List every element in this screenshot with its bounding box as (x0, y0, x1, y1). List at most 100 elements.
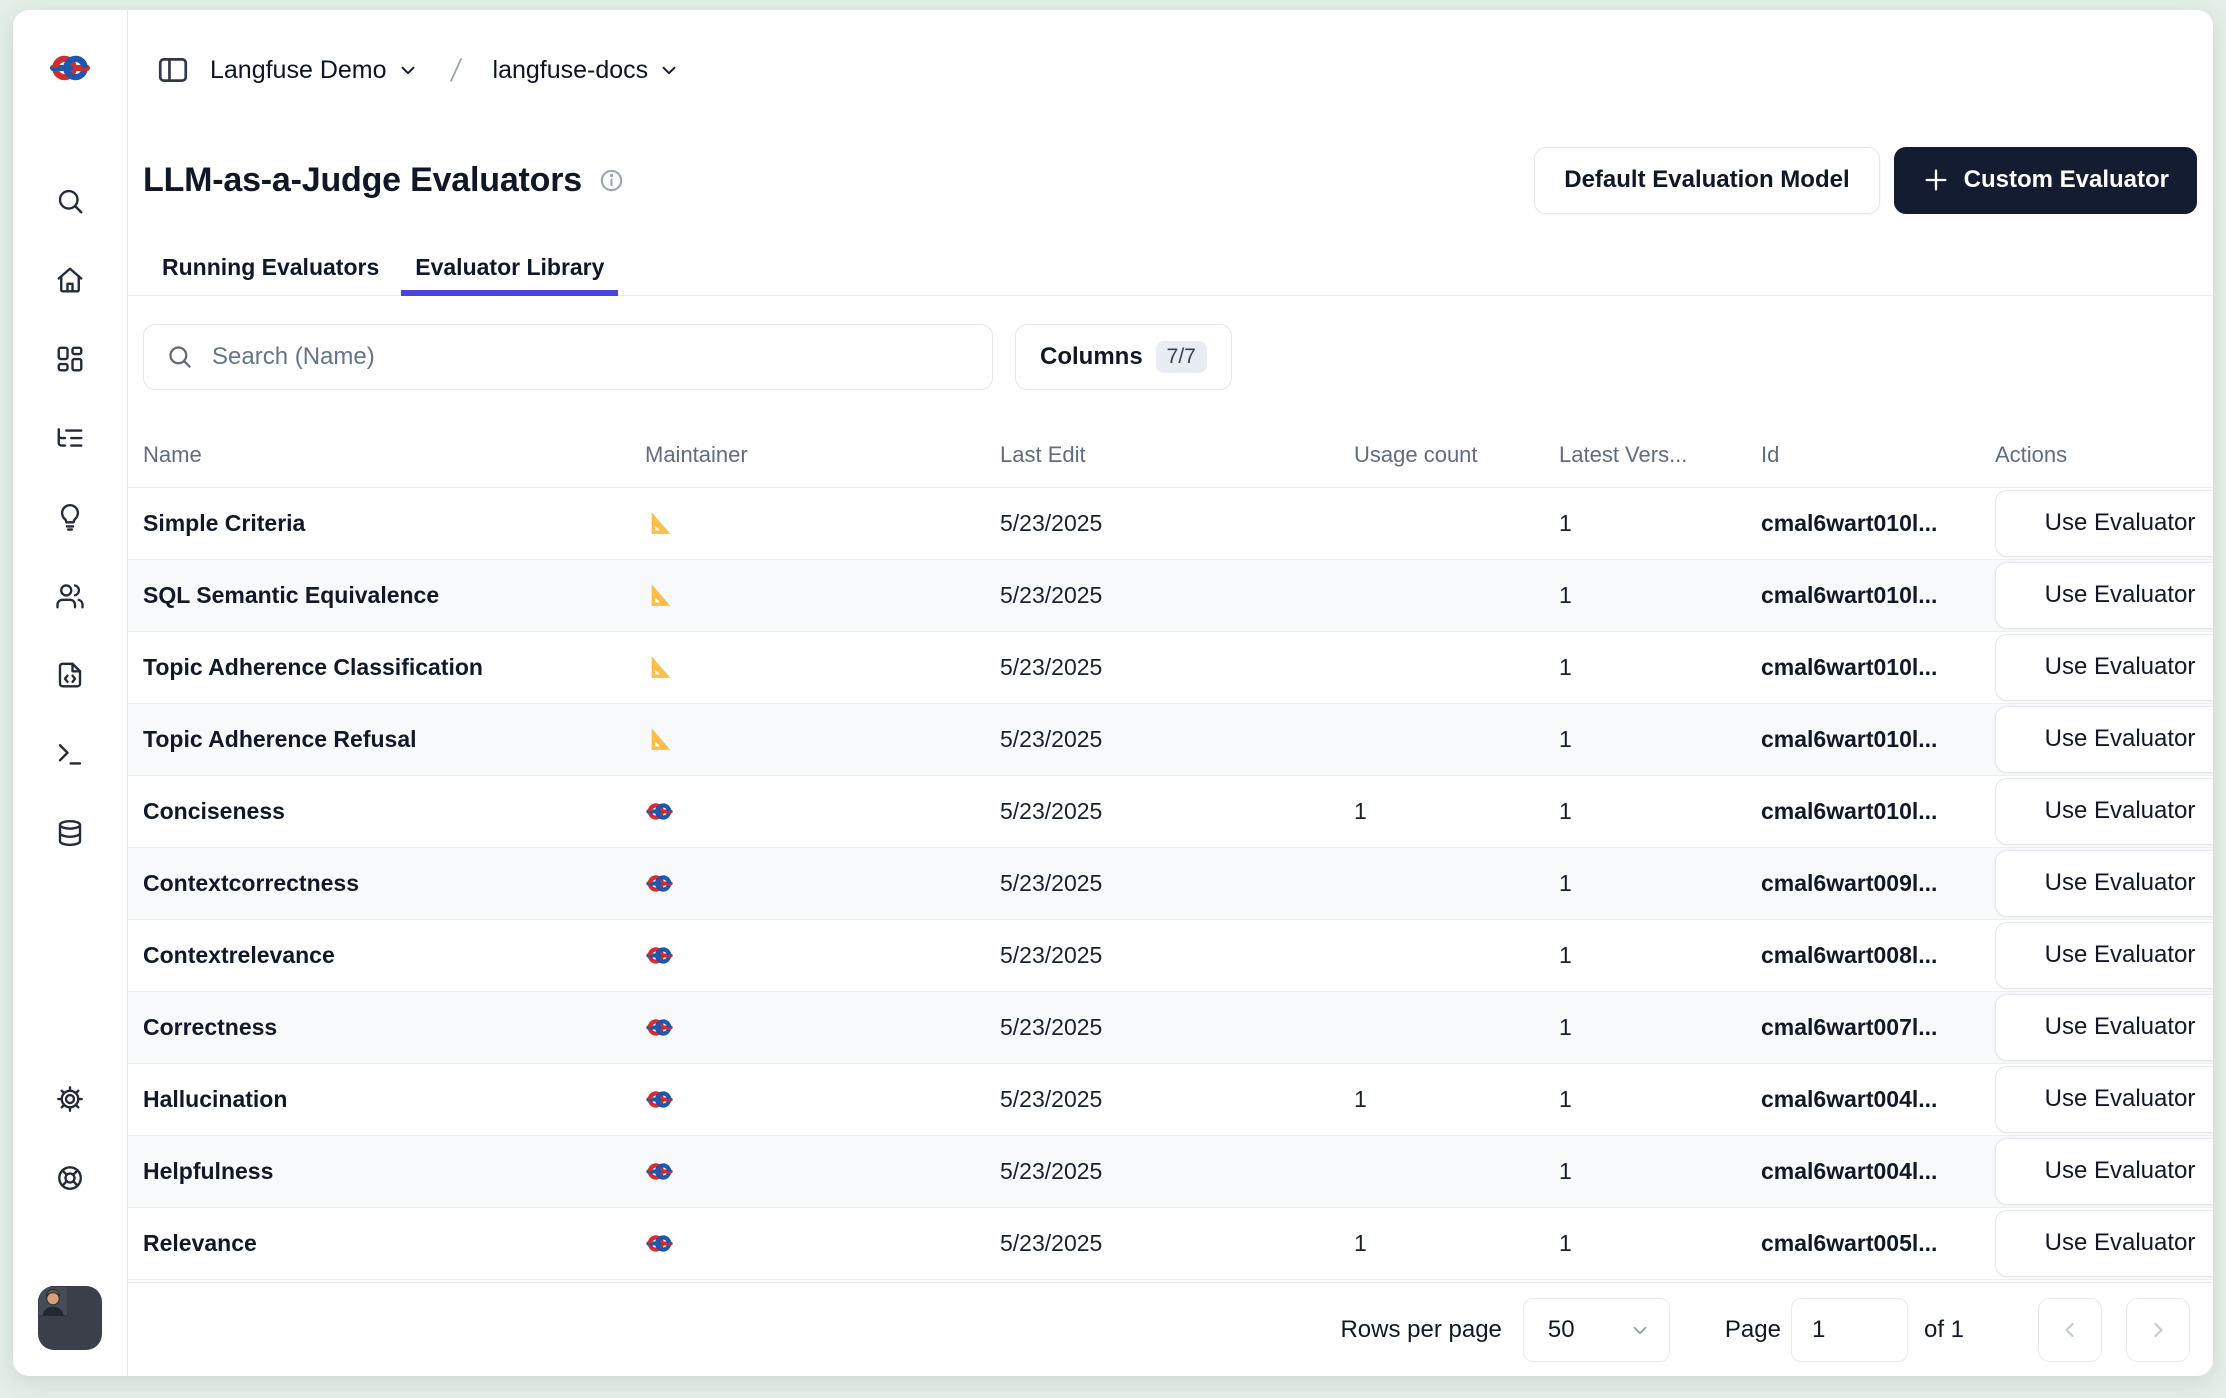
table-row[interactable]: Topic Adherence Classification 5/23/2025… (128, 631, 2213, 703)
actions-cell: Use Evaluator (1994, 1135, 2213, 1207)
langfuse-logo-knot-icon[interactable] (48, 46, 92, 90)
last-edit-date: 5/23/2025 (999, 919, 1353, 991)
table-row[interactable]: Contextcorrectness 5/23/2025 1 cmal6wart… (128, 847, 2213, 919)
pagination-footer: Rows per page 50 Page of 1 (128, 1282, 2213, 1376)
support-lifebuoy-icon[interactable] (55, 1163, 85, 1193)
chevron-left-icon (2058, 1318, 2082, 1342)
table-row[interactable]: SQL Semantic Equivalence 5/23/2025 1 cma… (128, 559, 2213, 631)
table-row[interactable]: Helpfulness 5/23/2025 1 cmal6wart004l...… (128, 1135, 2213, 1207)
search-input[interactable] (210, 342, 970, 372)
use-evaluator-button[interactable]: Use Evaluator (1995, 490, 2213, 557)
prompts-file-code-icon[interactable] (55, 660, 85, 690)
topbar: Langfuse Demo langfuse-docs (128, 10, 2213, 110)
chevron-down-icon (397, 59, 419, 81)
col-header-usage-count[interactable]: Usage count (1353, 423, 1558, 487)
usage-count (1353, 991, 1558, 1063)
use-evaluator-button[interactable]: Use Evaluator (1995, 922, 2213, 989)
search-icon (166, 343, 193, 370)
custom-evaluator-button[interactable]: Custom Evaluator (1894, 147, 2197, 214)
sidebar-nav (55, 186, 85, 848)
evaluator-id: cmal6wart010l... (1760, 487, 1994, 559)
page-label: Page (1725, 1316, 1781, 1344)
page-number-input[interactable] (1791, 1298, 1908, 1362)
usage-count: 1 (1353, 1063, 1558, 1135)
use-evaluator-button[interactable]: Use Evaluator (1995, 706, 2213, 773)
columns-button[interactable]: Columns 7/7 (1015, 324, 1232, 390)
table-row[interactable]: Conciseness 5/23/2025 1 1 cmal6wart010l.… (128, 775, 2213, 847)
org-switcher[interactable]: Langfuse Demo (210, 56, 419, 85)
playground-terminal-icon[interactable] (55, 739, 85, 769)
default-evaluation-model-button[interactable]: Default Evaluation Model (1534, 147, 1879, 214)
table-row[interactable]: Simple Criteria 5/23/2025 1 cmal6wart010… (128, 487, 2213, 559)
usage-count (1353, 559, 1558, 631)
datasets-database-icon[interactable] (55, 818, 85, 848)
col-header-latest-version[interactable]: Latest Vers... (1558, 423, 1760, 487)
dashboard-icon[interactable] (55, 344, 85, 374)
actions-cell: Use Evaluator (1994, 703, 2213, 775)
previous-page-button[interactable] (2038, 1298, 2102, 1362)
users-icon[interactable] (55, 581, 85, 611)
use-evaluator-button[interactable]: Use Evaluator (1995, 1138, 2213, 1205)
search-icon[interactable] (55, 186, 85, 216)
use-evaluator-button[interactable]: Use Evaluator (1995, 634, 2213, 701)
table-row[interactable]: Topic Adherence Refusal 5/23/2025 1 cmal… (128, 703, 2213, 775)
tab-evaluator-library[interactable]: Evaluator Library (401, 240, 618, 295)
settings-gear-icon[interactable] (55, 1084, 85, 1114)
langfuse-maintainer-knot-icon (645, 1229, 674, 1258)
actions-cell: Use Evaluator (1994, 559, 2213, 631)
table-row[interactable]: Correctness 5/23/2025 1 cmal6wart007l...… (128, 991, 2213, 1063)
latest-version: 1 (1558, 703, 1760, 775)
tab-running-evaluators[interactable]: Running Evaluators (148, 240, 393, 295)
project-switcher[interactable]: langfuse-docs (493, 56, 681, 85)
use-evaluator-button[interactable]: Use Evaluator (1995, 850, 2213, 917)
info-icon[interactable] (598, 167, 625, 194)
chevron-right-icon (2146, 1318, 2170, 1342)
table-row[interactable]: Relevance 5/23/2025 1 1 cmal6wart005l...… (128, 1207, 2213, 1279)
col-header-id[interactable]: Id (1760, 423, 1994, 487)
table-row[interactable]: Contextrelevance 5/23/2025 1 cmal6wart00… (128, 919, 2213, 991)
ragas-maintainer-icon (645, 509, 674, 538)
last-edit-date: 5/23/2025 (999, 1207, 1353, 1279)
next-page-button[interactable] (2126, 1298, 2190, 1362)
usage-count (1353, 631, 1558, 703)
evaluator-name: Helpfulness (128, 1135, 644, 1207)
langfuse-maintainer-knot-icon (645, 941, 674, 970)
actions-cell: Use Evaluator (1994, 631, 2213, 703)
maintainer-cell (644, 631, 999, 703)
breadcrumb-slash-icon (447, 55, 465, 85)
col-header-name[interactable]: Name (128, 423, 644, 487)
page-header: LLM-as-a-Judge Evaluators Default Evalua… (128, 110, 2213, 240)
use-evaluator-button[interactable]: Use Evaluator (1995, 778, 2213, 845)
page-total-label: of 1 (1924, 1316, 1964, 1344)
app-window: Langfuse Demo langfuse-docs LLM-as-a-Jud… (13, 10, 2213, 1376)
lightbulb-icon[interactable] (55, 502, 85, 532)
user-avatar[interactable] (38, 1286, 102, 1350)
use-evaluator-button[interactable]: Use Evaluator (1995, 994, 2213, 1061)
latest-version: 1 (1558, 559, 1760, 631)
plus-icon (1922, 166, 1950, 194)
usage-count (1353, 847, 1558, 919)
langfuse-maintainer-knot-icon (645, 869, 674, 898)
chevron-down-icon (658, 59, 680, 81)
sidebar-toggle-panel-icon[interactable] (156, 53, 190, 87)
use-evaluator-button[interactable]: Use Evaluator (1995, 562, 2213, 629)
evaluator-id: cmal6wart004l... (1760, 1063, 1994, 1135)
use-evaluator-button[interactable]: Use Evaluator (1995, 1210, 2213, 1277)
use-evaluator-button[interactable]: Use Evaluator (1995, 1066, 2213, 1133)
table-header-row: Name Maintainer Last Edit Usage count La… (128, 423, 2213, 487)
actions-cell: Use Evaluator (1994, 775, 2213, 847)
tracing-list-tree-icon[interactable] (55, 423, 85, 453)
tab-bar: Running Evaluators Evaluator Library (128, 240, 2213, 296)
latest-version: 1 (1558, 1207, 1760, 1279)
col-header-last-edit[interactable]: Last Edit (999, 423, 1353, 487)
latest-version: 1 (1558, 775, 1760, 847)
evaluator-name: Contextrelevance (128, 919, 644, 991)
home-icon[interactable] (55, 265, 85, 295)
project-name: langfuse-docs (493, 56, 649, 85)
rows-per-page-select[interactable]: 50 (1523, 1298, 1670, 1362)
evaluator-name: Topic Adherence Refusal (128, 703, 644, 775)
table-row[interactable]: Hallucination 5/23/2025 1 1 cmal6wart004… (128, 1063, 2213, 1135)
langfuse-maintainer-knot-icon (645, 1085, 674, 1114)
rows-per-page-value: 50 (1548, 1316, 1575, 1344)
col-header-maintainer[interactable]: Maintainer (644, 423, 999, 487)
